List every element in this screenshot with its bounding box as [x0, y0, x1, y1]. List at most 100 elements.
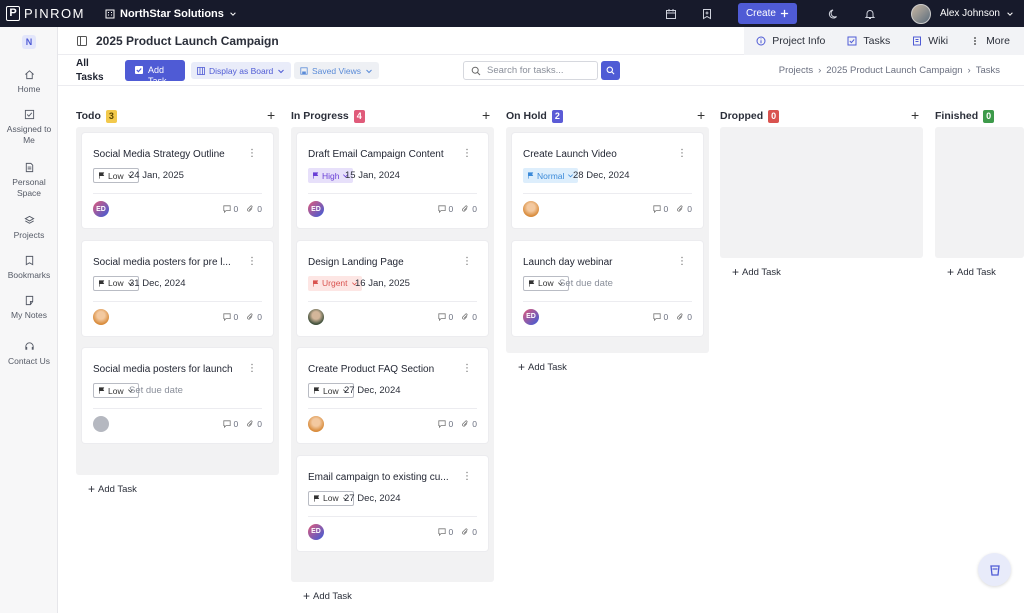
task-card[interactable]: Launch day webinar ⋮ Low Set due date ED 0 0	[512, 240, 703, 336]
task-title[interactable]: Email campaign to existing cu...	[308, 472, 458, 483]
due-date[interactable]: Set due date	[129, 385, 183, 396]
task-title[interactable]: Draft Email Campaign Content	[308, 149, 458, 160]
assignee-avatar[interactable]: ED	[93, 201, 109, 217]
sidebar-item-my-notes[interactable]: My Notes	[0, 295, 58, 321]
tab-project-info[interactable]: Project Info	[756, 35, 825, 47]
calendar-icon[interactable]	[664, 7, 678, 21]
sidebar-item-home[interactable]: Home	[0, 69, 58, 95]
due-date[interactable]: 27 Dec, 2024	[344, 493, 401, 504]
add-card-plus-icon[interactable]: +	[482, 108, 490, 122]
task-card[interactable]: Email campaign to existing cu... ⋮ Low 27 D…	[297, 455, 488, 551]
comment-count[interactable]: 0	[222, 419, 238, 429]
task-title[interactable]: Design Landing Page	[308, 257, 458, 268]
tab-more[interactable]: More	[970, 35, 1010, 47]
kebab-icon[interactable]: ⋮	[677, 149, 687, 159]
app-logo[interactable]: P PINROM	[6, 6, 85, 21]
task-title[interactable]: Create Product FAQ Section	[308, 364, 458, 375]
comment-count[interactable]: 0	[437, 204, 453, 214]
attachment-count[interactable]: 0	[676, 312, 692, 322]
task-card[interactable]: Create Product FAQ Section ⋮ Low 27 Dec, 20…	[297, 348, 488, 443]
task-card[interactable]: Design Landing Page ⋮ Urgent 16 Jan, 2025 0 0	[297, 240, 488, 336]
attachment-count[interactable]: 0	[461, 312, 477, 322]
user-name[interactable]: Alex Johnson	[940, 8, 1000, 19]
org-switcher[interactable]: NorthStar Solutions	[105, 8, 237, 20]
assignee-avatar[interactable]	[308, 308, 324, 325]
assignee-avatar[interactable]	[93, 416, 109, 432]
task-card[interactable]: Social Media Strategy Outline ⋮ Low 24 Jan,…	[82, 133, 273, 228]
comment-count[interactable]: 0	[437, 527, 453, 537]
kebab-icon[interactable]: ⋮	[247, 364, 257, 374]
display-mode-dropdown[interactable]: Display as Board	[191, 62, 292, 79]
task-card[interactable]: Draft Email Campaign Content ⋮ High 15 Jan,…	[297, 133, 488, 228]
create-button[interactable]: Create	[737, 3, 797, 24]
moon-icon[interactable]	[827, 7, 841, 21]
search-button[interactable]	[601, 61, 620, 80]
kebab-icon[interactable]: ⋮	[247, 149, 257, 159]
comment-count[interactable]: 0	[652, 312, 668, 322]
saved-views-dropdown[interactable]: Saved Views	[294, 62, 379, 79]
kebab-icon[interactable]: ⋮	[462, 256, 472, 267]
chevron-down-icon[interactable]	[1006, 10, 1014, 18]
user-avatar[interactable]	[910, 3, 931, 24]
assignee-avatar[interactable]	[93, 308, 109, 325]
priority-dropdown[interactable]: Urgent	[308, 275, 362, 291]
task-card[interactable]: Create Launch Video ⋮ Normal 28 Dec, 2024 0 0	[512, 133, 703, 228]
task-title[interactable]: Social media posters for pre l...	[93, 257, 243, 268]
assignee-avatar[interactable]	[523, 201, 539, 217]
help-button[interactable]	[978, 553, 1011, 586]
bookmark-add-icon[interactable]	[700, 7, 714, 21]
add-task-link[interactable]: + Add Task	[947, 265, 996, 279]
attachment-count[interactable]: 0	[246, 419, 262, 429]
add-task-link[interactable]: + Add Task	[303, 589, 352, 603]
sidebar-toggle-icon[interactable]	[76, 35, 88, 47]
add-task-button[interactable]: Add Task	[125, 60, 185, 81]
add-card-plus-icon[interactable]: +	[267, 108, 275, 122]
assignee-avatar[interactable]: ED	[523, 308, 539, 325]
workspace-badge[interactable]: N	[22, 35, 36, 49]
due-date[interactable]: 28 Dec, 2024	[573, 170, 630, 181]
tab-wiki[interactable]: Wiki	[912, 35, 948, 47]
assignee-avatar[interactable]: ED	[308, 201, 324, 217]
breadcrumb-project[interactable]: 2025 Product Launch Campaign	[826, 65, 962, 76]
attachment-count[interactable]: 0	[246, 312, 262, 322]
due-date[interactable]: Set due date	[559, 278, 613, 289]
add-task-link[interactable]: + Add Task	[518, 360, 567, 374]
comment-count[interactable]: 0	[222, 312, 238, 322]
due-date[interactable]: 16 Jan, 2025	[355, 278, 410, 289]
breadcrumb-projects[interactable]: Projects	[779, 65, 813, 76]
due-date[interactable]: 24 Jan, 2025	[129, 170, 184, 181]
attachment-count[interactable]: 0	[461, 527, 477, 537]
comment-count[interactable]: 0	[222, 204, 238, 214]
assignee-avatar[interactable]: ED	[308, 523, 324, 540]
search-field[interactable]	[463, 61, 598, 80]
sidebar-item-assigned[interactable]: Assigned to Me	[0, 109, 58, 146]
task-title[interactable]: Social media posters for launch	[93, 364, 243, 375]
kebab-icon[interactable]: ⋮	[462, 149, 472, 159]
bell-icon[interactable]	[863, 7, 877, 21]
attachment-count[interactable]: 0	[246, 204, 262, 214]
sidebar-item-contact-us[interactable]: Contact Us	[0, 341, 58, 367]
comment-count[interactable]: 0	[437, 312, 453, 322]
comment-count[interactable]: 0	[652, 204, 668, 214]
comment-count[interactable]: 0	[437, 419, 453, 429]
due-date[interactable]: 27 Dec, 2024	[344, 385, 401, 396]
task-card[interactable]: Social media posters for launch ⋮ Low Set d…	[82, 348, 273, 443]
sidebar-item-projects[interactable]: Projects	[0, 215, 58, 241]
tab-tasks[interactable]: Tasks	[847, 35, 890, 47]
kebab-icon[interactable]: ⋮	[462, 471, 472, 482]
assignee-avatar[interactable]	[308, 416, 324, 432]
task-title[interactable]: Create Launch Video	[523, 149, 673, 160]
kebab-icon[interactable]: ⋮	[247, 256, 257, 267]
add-task-link[interactable]: + Add Task	[88, 482, 137, 496]
priority-dropdown[interactable]: Normal	[523, 168, 579, 183]
sidebar-item-personal-space[interactable]: Personal Space	[0, 162, 58, 199]
add-card-plus-icon[interactable]: +	[697, 108, 705, 122]
add-task-link[interactable]: + Add Task	[732, 265, 781, 279]
add-card-plus-icon[interactable]: +	[911, 108, 919, 122]
attachment-count[interactable]: 0	[676, 204, 692, 214]
due-date[interactable]: 15 Jan, 2024	[345, 170, 400, 181]
sidebar-item-bookmarks[interactable]: Bookmarks	[0, 255, 58, 281]
search-input[interactable]	[487, 65, 592, 76]
task-title[interactable]: Social Media Strategy Outline	[93, 149, 243, 160]
kebab-icon[interactable]: ⋮	[462, 364, 472, 374]
